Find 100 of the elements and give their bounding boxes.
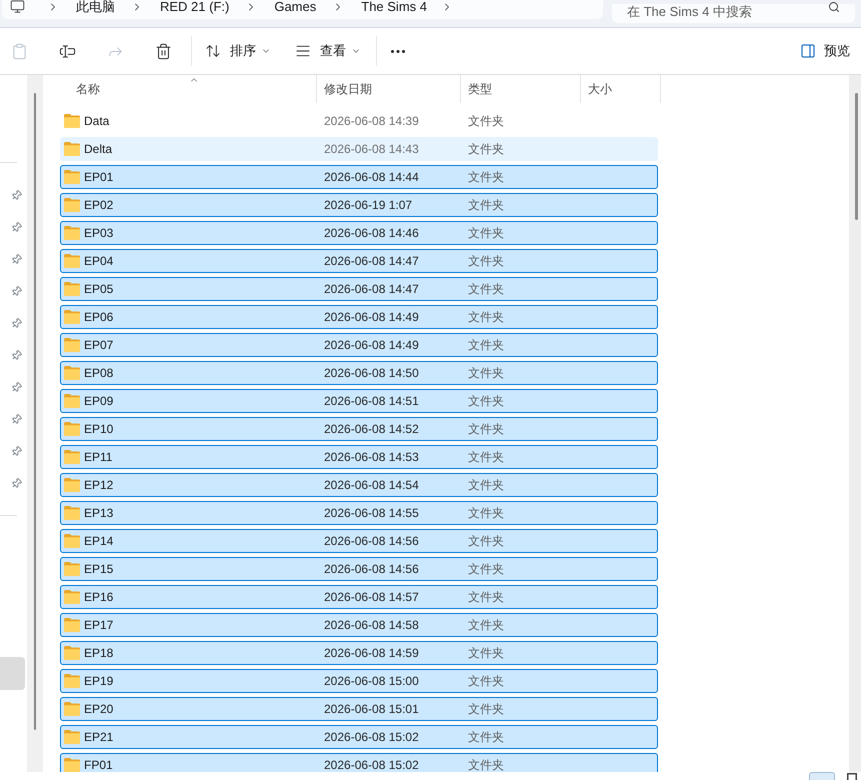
folder-name: EP21 bbox=[84, 729, 114, 746]
folder-icon bbox=[64, 394, 80, 408]
folder-row[interactable]: EP01 2026-06-08 14:44 文件夹 bbox=[60, 165, 658, 189]
item-type: 文件夹 bbox=[468, 281, 504, 298]
folder-name: EP02 bbox=[84, 197, 114, 214]
folder-name: EP07 bbox=[84, 337, 114, 354]
modified-date: 2026-06-08 14:43 bbox=[324, 141, 420, 158]
folder-name: EP16 bbox=[84, 589, 114, 606]
folder-icon bbox=[64, 422, 80, 436]
search-field[interactable]: 在 The Sims 4 中搜索 bbox=[612, 4, 855, 23]
column-header[interactable]: 名称 bbox=[60, 75, 317, 103]
folder-name: Delta bbox=[84, 141, 112, 158]
folder-name: EP15 bbox=[84, 561, 114, 578]
folder-row[interactable]: EP10 2026-06-08 14:52 文件夹 bbox=[60, 417, 658, 441]
folder-row[interactable]: EP16 2026-06-08 14:57 文件夹 bbox=[60, 585, 658, 609]
folder-row[interactable]: EP03 2026-06-08 14:46 文件夹 bbox=[60, 221, 658, 245]
modified-date: 2026-06-08 14:59 bbox=[324, 645, 420, 662]
folder-row[interactable]: EP20 2026-06-08 15:01 文件夹 bbox=[60, 697, 658, 721]
tiles-view-button[interactable] bbox=[845, 772, 859, 780]
item-type: 文件夹 bbox=[468, 561, 504, 578]
item-type: 文件夹 bbox=[468, 253, 504, 270]
modified-date: 2026-06-08 14:56 bbox=[324, 533, 420, 550]
preview-pane-icon bbox=[800, 43, 816, 59]
modified-date: 2026-06-08 14:55 bbox=[324, 505, 420, 522]
sort-button[interactable]: 排序 bbox=[199, 35, 277, 67]
breadcrumb[interactable]: The Sims 4 bbox=[361, 0, 427, 13]
clipboard-icon bbox=[10, 42, 28, 60]
folder-row[interactable]: Delta 2026-06-08 14:43 文件夹 bbox=[60, 137, 658, 161]
item-type: 文件夹 bbox=[468, 757, 504, 772]
folder-icon bbox=[64, 254, 80, 268]
item-type: 文件夹 bbox=[468, 617, 504, 634]
item-type: 文件夹 bbox=[468, 421, 504, 438]
item-type: 文件夹 bbox=[468, 197, 504, 214]
folder-name: EP17 bbox=[84, 617, 114, 634]
modified-date: 2026-06-08 14:49 bbox=[324, 309, 420, 326]
modified-date: 2026-06-08 15:00 bbox=[324, 673, 420, 690]
scrollbar-thumb[interactable] bbox=[34, 93, 36, 730]
breadcrumb[interactable]: RED 21 (F:) bbox=[160, 0, 230, 13]
folder-row[interactable]: EP13 2026-06-08 14:55 文件夹 bbox=[60, 501, 658, 525]
folder-row[interactable]: EP21 2026-06-08 15:02 文件夹 bbox=[60, 725, 658, 749]
item-type: 文件夹 bbox=[468, 309, 504, 326]
item-type: 文件夹 bbox=[468, 169, 504, 186]
sort-arrows-icon bbox=[205, 43, 221, 59]
folder-icon bbox=[64, 674, 80, 688]
item-type: 文件夹 bbox=[468, 141, 504, 158]
folder-row[interactable]: EP08 2026-06-08 14:50 文件夹 bbox=[60, 361, 658, 385]
folder-row[interactable]: EP15 2026-06-08 14:56 文件夹 bbox=[60, 557, 658, 581]
folder-icon bbox=[64, 198, 80, 212]
modified-date: 2026-06-08 14:52 bbox=[324, 421, 420, 438]
view-button[interactable]: 查看 bbox=[289, 35, 367, 67]
item-type: 文件夹 bbox=[468, 365, 504, 382]
folder-row[interactable]: FP01 2026-06-08 15:02 文件夹 bbox=[60, 753, 658, 772]
folder-name: EP12 bbox=[84, 477, 114, 494]
folder-row[interactable]: EP09 2026-06-08 14:51 文件夹 bbox=[60, 389, 658, 413]
modified-date: 2026-06-08 14:57 bbox=[324, 589, 420, 606]
folder-row[interactable]: EP02 2026-06-19 1:07 文件夹 bbox=[60, 193, 658, 217]
folder-name: EP03 bbox=[84, 225, 114, 242]
scrollbar-thumb[interactable] bbox=[855, 93, 858, 220]
modified-date: 2026-06-08 14:58 bbox=[324, 617, 420, 634]
folder-row[interactable]: EP11 2026-06-08 14:53 文件夹 bbox=[60, 445, 658, 469]
folder-row[interactable]: EP12 2026-06-08 14:54 文件夹 bbox=[60, 473, 658, 497]
item-type: 文件夹 bbox=[468, 533, 504, 550]
column-header[interactable]: 类型 bbox=[461, 75, 581, 103]
breadcrumb[interactable]: 此电脑 bbox=[76, 0, 115, 13]
folder-icon bbox=[64, 114, 80, 128]
preview-button[interactable]: 预览 bbox=[800, 35, 850, 67]
folder-row[interactable]: EP18 2026-06-08 14:59 文件夹 bbox=[60, 641, 658, 665]
folder-icon bbox=[64, 506, 80, 520]
modified-date: 2026-06-08 14:46 bbox=[324, 225, 420, 242]
computer-icon[interactable] bbox=[10, 0, 25, 14]
folder-row[interactable]: EP07 2026-06-08 14:49 文件夹 bbox=[60, 333, 658, 357]
folder-icon bbox=[64, 730, 80, 744]
folder-icon bbox=[64, 758, 80, 772]
folder-row[interactable]: EP19 2026-06-08 15:00 文件夹 bbox=[60, 669, 658, 693]
folder-name: EP05 bbox=[84, 281, 114, 298]
column-header[interactable]: 修改日期 bbox=[317, 75, 461, 103]
folder-icon bbox=[64, 478, 80, 492]
folder-row[interactable]: EP14 2026-06-08 14:56 文件夹 bbox=[60, 529, 658, 553]
column-header[interactable]: 大小 bbox=[581, 75, 661, 103]
folder-icon bbox=[64, 310, 80, 324]
folder-name: FP01 bbox=[84, 757, 113, 772]
folder-icon bbox=[64, 562, 80, 576]
folder-row[interactable]: EP06 2026-06-08 14:49 文件夹 bbox=[60, 305, 658, 329]
folder-row[interactable]: EP17 2026-06-08 14:58 文件夹 bbox=[60, 613, 658, 637]
folder-icon bbox=[64, 226, 80, 240]
folder-name: EP19 bbox=[84, 673, 114, 690]
trash-icon bbox=[154, 42, 172, 60]
folder-name: EP20 bbox=[84, 701, 114, 718]
modified-date: 2026-06-08 15:01 bbox=[324, 701, 420, 718]
folder-row[interactable]: Data 2026-06-08 14:39 文件夹 bbox=[60, 109, 658, 133]
lines-icon bbox=[295, 43, 311, 59]
folder-row[interactable]: EP05 2026-06-08 14:47 文件夹 bbox=[60, 277, 658, 301]
breadcrumb[interactable]: Games bbox=[274, 0, 316, 13]
address-bar[interactable]: 此电脑 RED 21 (F:) Games The Sims 4 bbox=[2, 0, 603, 19]
modified-date: 2026-06-08 14:44 bbox=[324, 169, 420, 186]
folder-name: EP11 bbox=[84, 449, 112, 466]
folder-name: EP01 bbox=[84, 169, 114, 186]
folder-name: EP14 bbox=[84, 533, 114, 550]
folder-row[interactable]: EP04 2026-06-08 14:47 文件夹 bbox=[60, 249, 658, 273]
modified-date: 2026-06-08 14:50 bbox=[324, 365, 420, 382]
